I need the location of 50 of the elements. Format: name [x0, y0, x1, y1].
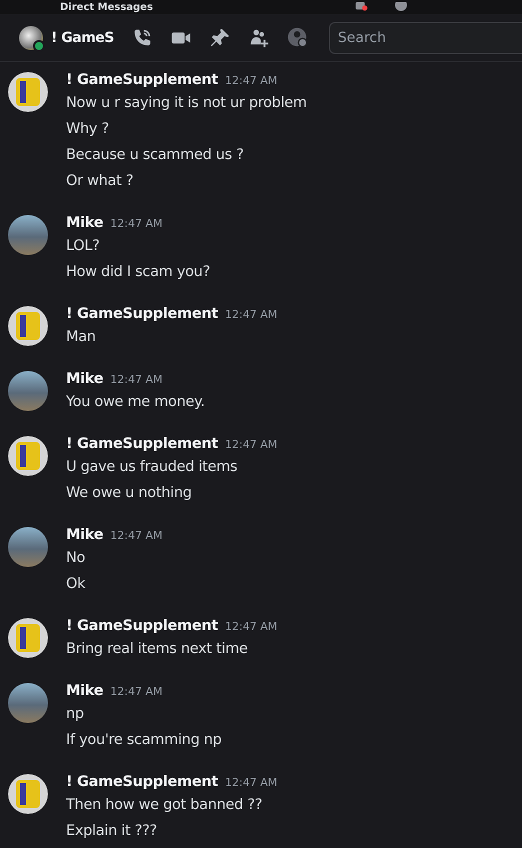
timestamp: 12:47 AM	[110, 529, 163, 542]
message-text: U gave us frauded items	[66, 458, 238, 477]
author-name[interactable]: ! GameSupplement	[66, 304, 218, 324]
timestamp: 12:47 AM	[225, 776, 278, 789]
message-text: Because u scammed us ?	[66, 146, 245, 165]
message-text: Or what ?	[66, 172, 134, 191]
message-text: Bring real items next time	[66, 640, 249, 659]
message-text: Then how we got banned ??	[66, 796, 264, 815]
timestamp: 12:47 AM	[110, 685, 163, 698]
author-name[interactable]: Mike	[66, 369, 104, 389]
author-name[interactable]: Mike	[66, 213, 104, 233]
avatar[interactable]	[8, 527, 48, 567]
author-name[interactable]: Mike	[66, 681, 104, 701]
search-field[interactable]: Search	[328, 22, 522, 54]
avatar[interactable]	[19, 26, 43, 50]
logo-avatar[interactable]	[8, 306, 48, 346]
avatar[interactable]	[8, 683, 48, 723]
timestamp: 12:47 AM	[110, 373, 163, 386]
author-name[interactable]: ! GameSupplement	[66, 616, 218, 636]
message-text: We owe u nothing	[66, 484, 193, 503]
message-text: np	[66, 705, 85, 724]
message-text: Now u r saying it is not ur problem	[66, 94, 307, 113]
avatar[interactable]	[8, 371, 48, 411]
user-profile-icon[interactable]	[286, 26, 309, 48]
timestamp: 12:47 AM	[110, 217, 163, 230]
timestamp: 12:47 AM	[225, 308, 278, 321]
message-text: LOL?	[66, 237, 101, 256]
message-text: Why ?	[66, 120, 110, 139]
message-text: No	[66, 549, 86, 568]
message-text: You owe me money.	[66, 393, 205, 412]
logo-avatar[interactable]	[8, 774, 48, 814]
message-text: How did I scam you?	[66, 263, 210, 282]
message-text: Explain it ???	[66, 822, 158, 841]
channel-name: ! GameS	[51, 30, 114, 46]
timestamp: 12:47 AM	[225, 438, 278, 451]
logo-avatar[interactable]	[8, 436, 48, 476]
timestamp: 12:47 AM	[225, 620, 278, 633]
author-name[interactable]: ! GameSupplement	[66, 434, 218, 454]
message-text: Ok	[66, 575, 86, 594]
timestamp: 12:47 AM	[225, 74, 278, 87]
logo-avatar[interactable]	[8, 72, 48, 112]
author-name[interactable]: ! GameSupplement	[66, 772, 218, 792]
message-text: If you're scamming np	[66, 731, 222, 750]
avatar[interactable]	[8, 215, 48, 255]
pin-icon[interactable]	[208, 26, 231, 48]
top-bar-title: Direct Messages	[60, 2, 153, 14]
author-name[interactable]: ! GameSupplement	[66, 70, 218, 90]
message-text: Man	[66, 328, 97, 347]
logo-avatar[interactable]	[8, 618, 48, 658]
author-name[interactable]: Mike	[66, 525, 104, 545]
